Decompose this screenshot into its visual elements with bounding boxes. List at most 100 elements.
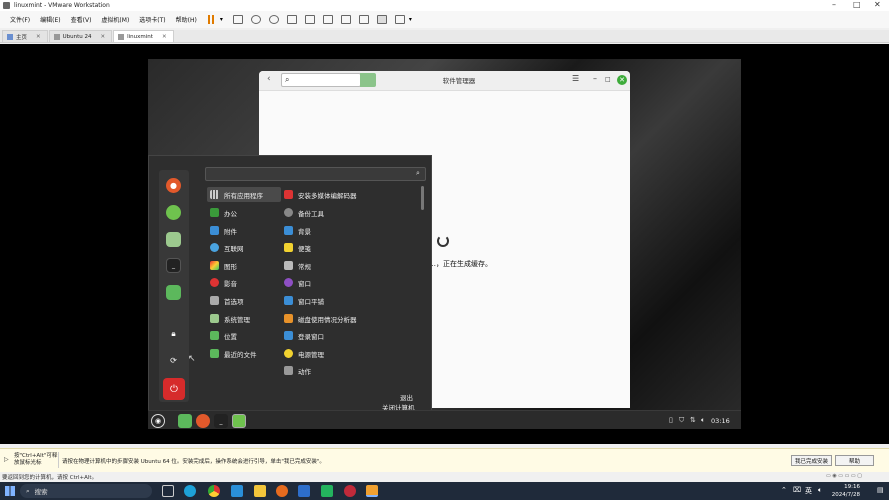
tab-ubuntu[interactable]: Ubuntu 24 ✕ (48, 30, 113, 42)
app-icon[interactable] (344, 485, 356, 497)
back-icon[interactable]: ‹ (267, 74, 271, 84)
close-icon[interactable]: ✕ (162, 34, 167, 40)
terminal-icon[interactable]: _ (166, 258, 181, 273)
category-graphics[interactable]: 图形 (207, 258, 281, 273)
app-item[interactable]: 便笺 (284, 240, 419, 255)
category-administration[interactable]: 系统管理 (207, 311, 281, 326)
device-icons[interactable]: ▭ ◉ ▭ ▭ ▭ ▢ (826, 473, 862, 479)
app-item[interactable]: 备份工具 (284, 205, 419, 220)
software-manager-icon[interactable] (166, 205, 181, 220)
snapshot-restore-icon[interactable] (268, 15, 279, 24)
category-multimedia[interactable]: 影音 (207, 275, 281, 290)
power-icon[interactable]: ⏻ (163, 378, 185, 400)
software-manager-icon[interactable] (232, 414, 246, 428)
app-item[interactable]: 登录窗口 (284, 328, 419, 343)
console-view-icon[interactable] (376, 15, 387, 24)
menu-search-input[interactable] (205, 167, 426, 181)
search-input[interactable]: ⌕ (281, 73, 361, 87)
search-button[interactable] (360, 73, 376, 87)
close-icon[interactable]: ✕ (617, 75, 627, 85)
tray-chevron-icon[interactable]: ⌃ (781, 486, 787, 494)
edge-icon[interactable] (184, 485, 196, 497)
volume-icon[interactable]: 🔈︎ (701, 416, 705, 425)
workspace-icon[interactable]: ▯ (669, 416, 673, 424)
file-explorer-icon[interactable] (254, 485, 266, 497)
menu-icon[interactable]: ☰ (572, 74, 579, 83)
category-all[interactable]: 所有应用程序 (207, 187, 281, 202)
lock-icon[interactable]: 🔒︎ (166, 326, 181, 341)
close-icon[interactable]: ✕ (101, 34, 106, 40)
menu-view[interactable]: 查看(V) (66, 15, 97, 24)
volume-icon[interactable]: 🔈︎ (818, 486, 822, 495)
category-preferences[interactable]: 首选项 (207, 293, 281, 308)
minimize-icon[interactable]: – (593, 74, 597, 83)
app-item[interactable]: 窗口 (284, 275, 419, 290)
stretch-icon[interactable] (394, 15, 405, 24)
menu-button-icon[interactable]: ◉ (151, 414, 165, 428)
help-button[interactable]: 帮助 (835, 455, 874, 466)
menu-help[interactable]: 帮助(H) (171, 15, 202, 24)
unity-icon[interactable] (358, 15, 369, 24)
minimize-icon[interactable]: – (832, 0, 836, 9)
app-label: 常规 (298, 262, 311, 271)
category-places[interactable]: 位置 (207, 328, 281, 343)
app-item[interactable]: 动作 (284, 363, 419, 378)
app-icon[interactable] (298, 485, 310, 497)
windows-search-box[interactable]: ⌕ 搜索 (20, 484, 152, 498)
menu-vm[interactable]: 虚拟机(M) (96, 15, 134, 24)
pause-icon[interactable] (207, 15, 214, 24)
shield-icon[interactable]: ⛉ (679, 416, 684, 425)
thumbnail-icon[interactable] (322, 15, 333, 24)
tab-linuxmint[interactable]: linuxmint ✕ (113, 30, 174, 42)
system-clock[interactable]: 19:16 2024/7/28 (830, 483, 860, 499)
network-icon[interactable]: ⇅ (690, 416, 696, 424)
close-icon[interactable]: ✕ (874, 0, 881, 9)
logout-label[interactable]: 退出 (400, 392, 413, 402)
windows-start-icon[interactable] (5, 486, 15, 496)
menu-scrollbar[interactable] (421, 186, 424, 210)
app-item[interactable]: 窗口平铺 (284, 293, 419, 308)
menu-tabs[interactable]: 选项卡(T) (134, 15, 170, 24)
logout-icon[interactable]: ⟳ (166, 353, 181, 368)
ime-indicator[interactable]: 英 (805, 486, 812, 496)
category-office[interactable]: 办公 (207, 205, 281, 220)
maximize-icon[interactable]: □ (853, 0, 861, 9)
app-item[interactable]: 磁盘使用情况分析器 (284, 311, 419, 326)
tab-home[interactable]: 主页 ✕ (2, 30, 48, 42)
guest-clock[interactable]: 03:16 (711, 417, 730, 425)
dropdown-icon[interactable]: ▾ (409, 16, 412, 23)
snapshot-manager-icon[interactable] (286, 15, 297, 24)
category-accessories[interactable]: 附件 (207, 223, 281, 238)
menu-edit[interactable]: 编辑(E) (35, 15, 65, 24)
library-icon[interactable] (304, 15, 315, 24)
firefox-icon[interactable] (196, 414, 210, 428)
terminal-icon[interactable]: _ (214, 414, 228, 428)
fullscreen-icon[interactable] (340, 15, 351, 24)
app-item[interactable]: 安装多媒体编解码器 (284, 187, 419, 202)
app-item[interactable]: 背景 (284, 223, 419, 238)
dropdown-icon[interactable]: ▾ (220, 16, 223, 23)
chrome-icon[interactable] (208, 485, 220, 497)
firefox-icon[interactable]: ● (166, 178, 181, 193)
files-icon[interactable] (166, 285, 181, 300)
snapshot-icon[interactable] (250, 15, 261, 24)
close-icon[interactable]: ✕ (36, 34, 41, 40)
send-ctrl-alt-del-icon[interactable] (232, 15, 243, 24)
task-view-icon[interactable] (162, 485, 174, 497)
vmware-icon[interactable] (366, 485, 378, 497)
notification-icon[interactable]: ▤ (877, 486, 884, 494)
app-label: 备份工具 (298, 209, 324, 218)
firefox-icon[interactable] (276, 485, 288, 497)
network-icon[interactable]: ⌧ (793, 486, 801, 494)
settings-icon[interactable] (166, 232, 181, 247)
menu-file[interactable]: 文件(F) (5, 15, 35, 24)
vscode-icon[interactable] (231, 485, 243, 497)
app-item[interactable]: 常规 (284, 258, 419, 273)
done-install-button[interactable]: 我已完成安装 (791, 455, 832, 466)
pycharm-icon[interactable] (321, 485, 333, 497)
files-icon[interactable] (178, 414, 192, 428)
maximize-icon[interactable]: □ (605, 76, 611, 83)
app-item[interactable]: 电源管理 (284, 346, 419, 361)
category-recent[interactable]: 最近的文件 (207, 346, 281, 361)
category-internet[interactable]: 互联网 (207, 240, 281, 255)
